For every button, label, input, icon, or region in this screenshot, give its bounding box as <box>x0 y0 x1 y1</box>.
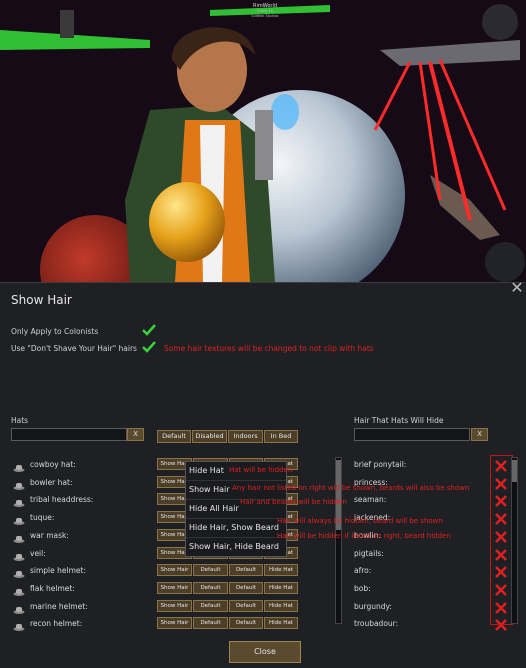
option-label-colonists: Only Apply to Colonists <box>11 327 99 336</box>
set-all-disabled-button[interactable]: Disabled <box>192 430 227 443</box>
row-disabled-button[interactable]: Default <box>193 599 228 612</box>
hair-name: troubadour: <box>354 619 399 629</box>
hat-name: flak helmet: <box>30 583 75 593</box>
row-indoors-button[interactable]: Default <box>229 617 263 630</box>
dialog-title: Show Hair <box>11 293 72 307</box>
row-mode-button[interactable]: Show Hair <box>157 581 192 594</box>
hat-name: marine helmet: <box>30 601 88 611</box>
hair-list-label: Hair That Hats Will Hide <box>354 416 444 425</box>
hair-name: pigtails: <box>354 548 384 558</box>
checkmark-icon[interactable] <box>142 324 156 336</box>
set-all-in-bed-button[interactable]: In Bed <box>264 430 298 443</box>
row-indoors-button[interactable]: Default <box>229 599 263 612</box>
background-art: RimWorld Alpha 18 Ludeon Studios <box>0 0 526 282</box>
marine-helmet-icon <box>13 601 25 614</box>
tribal-headdress-icon <box>13 494 25 508</box>
hat-mode-dropdown: Hide Hat Show Hair Hide All Hair Hide Ha… <box>185 461 287 557</box>
hat-name: tuque: <box>30 513 55 523</box>
logo-line-2: Alpha 18 <box>257 9 273 13</box>
dropdown-note-show-hair: Any hair not listed on right will be sho… <box>232 484 470 492</box>
hair-search-input[interactable] <box>354 428 470 441</box>
hair-scrollbar[interactable] <box>511 457 518 624</box>
hair-name: brief ponytail: <box>354 460 407 469</box>
war-mask-icon <box>13 530 25 543</box>
hats-search-input[interactable] <box>11 428 127 441</box>
row-mode-button[interactable]: Show Hair <box>157 617 192 630</box>
cowboy-hat-icon <box>13 459 25 472</box>
dropdown-item-show-hair-hide-beard[interactable]: Show Hair, Hide Beard <box>186 538 286 556</box>
space-scene-illustration: RimWorld Alpha 18 Ludeon Studios <box>0 0 526 282</box>
hat-name: veil: <box>30 548 46 558</box>
hats-label: Hats <box>11 416 29 425</box>
hair-search-clear-button[interactable]: X <box>471 428 488 441</box>
hair-remove-column-highlight <box>490 455 513 625</box>
hat-row: recon helmet: Show Hair Default Default Hide… <box>0 617 526 635</box>
hat-name: tribal headdress: <box>30 495 94 505</box>
row-indoors-button[interactable]: Default <box>229 581 263 594</box>
hair-name: bob: <box>354 583 371 593</box>
dropdown-note-hide-hair-show-beard: Hair will always be hidden, beard will b… <box>277 517 443 525</box>
dropdown-note-hide-all-hair: Hair and beards will be hidden <box>240 498 347 506</box>
hair-scrollbar-thumb[interactable] <box>512 460 517 482</box>
hat-name: cowboy hat: <box>30 460 76 469</box>
checkmark-icon[interactable] <box>142 341 156 353</box>
row-in-bed-button[interactable]: Hide Hat <box>264 599 298 612</box>
row-disabled-button[interactable]: Default <box>193 581 228 594</box>
recon-helmet-icon <box>13 618 25 632</box>
dropdown-note-show-hair-hide-beard: Hair will be hidden if listed on right, … <box>277 532 451 540</box>
show-hair-dialog: Show Hair ✕ Only Apply to Colonists Use … <box>0 280 526 668</box>
simple-helmet-icon <box>13 565 25 579</box>
option-label-dont-shave: Use "Don't Shave Your Hair" hairs <box>11 344 137 353</box>
hair-name: seaman: <box>354 495 387 505</box>
logo-line-3: Ludeon Studios <box>252 14 279 18</box>
hat-row: simple helmet: Show Hair Default Default Hid… <box>0 564 526 582</box>
row-disabled-button[interactable]: Default <box>193 617 228 630</box>
row-in-bed-button[interactable]: Hide Hat <box>264 564 298 577</box>
hat-row: marine helmet: Show Hair Default Default Hid… <box>0 599 526 618</box>
hats-scrollbar[interactable] <box>335 457 342 624</box>
hat-name: simple helmet: <box>30 566 86 576</box>
set-all-indoors-button[interactable]: Indoors <box>228 430 263 443</box>
hat-name: recon helmet: <box>30 619 83 629</box>
row-mode-button[interactable]: Show Hair <box>157 599 192 612</box>
hat-name: bowler hat: <box>30 477 73 487</box>
set-all-default-button[interactable]: Default <box>157 430 191 443</box>
row-in-bed-button[interactable]: Hide Hat <box>264 617 298 630</box>
close-icon[interactable]: ✕ <box>510 280 524 296</box>
tuque-icon <box>13 512 25 526</box>
close-button[interactable]: Close <box>229 641 301 663</box>
option-note-dont-shave: Some hair textures will be changed to no… <box>164 344 374 353</box>
dropdown-note-hide-hat: Hat will be hidden <box>229 466 293 474</box>
dropdown-item-hide-hair-show-beard[interactable]: Hide Hair, Show Beard <box>186 519 286 538</box>
row-mode-button[interactable]: Show Hair <box>157 564 192 577</box>
hair-name: afro: <box>354 566 372 576</box>
flak-helmet-icon <box>13 583 25 596</box>
row-indoors-button[interactable]: Default <box>229 564 263 577</box>
bowler-hat-icon <box>13 477 25 490</box>
row-disabled-button[interactable]: Default <box>193 564 228 577</box>
row-in-bed-button[interactable]: Hide Hat <box>264 581 298 594</box>
hair-name: burgundy: <box>354 601 392 611</box>
hats-search-clear-button[interactable]: X <box>127 428 144 441</box>
hat-name: war mask: <box>30 530 69 540</box>
hat-row: flak helmet: Show Hair Default Default Hide … <box>0 581 526 600</box>
veil-icon <box>13 548 25 561</box>
